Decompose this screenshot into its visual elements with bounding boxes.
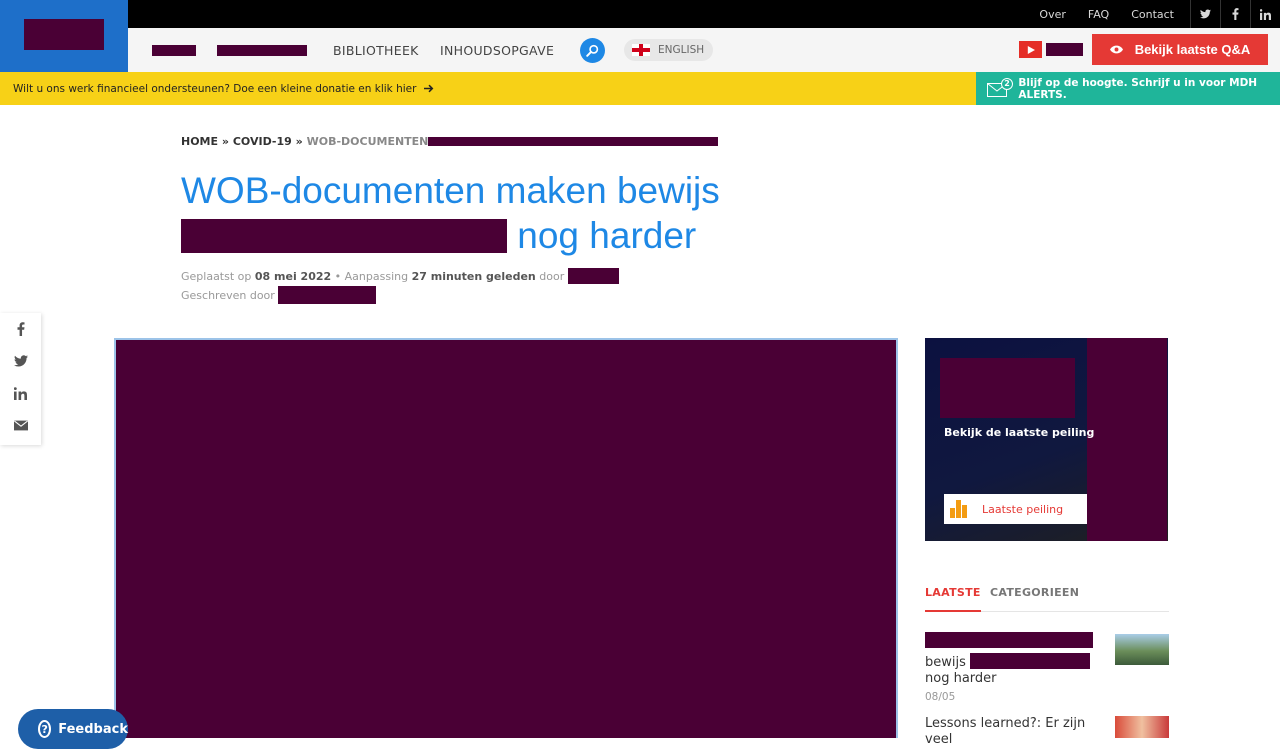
by-label: door — [539, 270, 565, 283]
title-redaction — [181, 219, 507, 253]
article-meta: Geplaatst op 08 mei 2022 • Aanpassing 27… — [181, 267, 619, 305]
title-line-2: nog harder — [181, 213, 781, 258]
twitter-icon[interactable] — [1190, 0, 1220, 28]
page-title: WOB-documenten maken bewijs nog harder — [181, 168, 781, 258]
ad-redaction — [1087, 338, 1167, 541]
updated-label: • Aanpassing — [334, 270, 409, 283]
youtube-icon[interactable] — [1019, 41, 1042, 58]
alerts-text: Blijf op de hoogte. Schrijf u in voor MD… — [1018, 76, 1258, 101]
title-line-2-suffix: nog harder — [517, 215, 697, 256]
news-title-part: bewijs — [925, 655, 966, 670]
news-title: Lessons learned?: Er zijn veel — [925, 716, 1086, 747]
search-icon — [586, 44, 599, 57]
editor-redaction — [567, 268, 619, 284]
search-button[interactable] — [580, 38, 605, 63]
written-label: Geschreven door — [181, 289, 275, 302]
share-twitter-icon[interactable] — [0, 345, 41, 377]
nav-item-redacted[interactable] — [217, 28, 307, 72]
hero-image — [114, 338, 898, 738]
ad-redaction — [940, 358, 1075, 418]
news-title-part: nog harder — [925, 671, 997, 686]
share-linkedin-icon[interactable] — [0, 377, 41, 409]
qa-button-label: Bekijk laatste Q&A — [1134, 42, 1251, 57]
breadcrumb-category[interactable]: COVID-19 — [233, 135, 292, 148]
facebook-icon[interactable] — [1220, 0, 1250, 28]
breadcrumb-redaction — [428, 137, 719, 146]
ad-peiling-label: Laatste peiling — [982, 502, 1064, 516]
list-item[interactable]: Lessons learned?: Er zijn veel — [925, 716, 1169, 748]
author-redaction — [278, 286, 377, 304]
nav-item-bibliotheek[interactable]: BIBLIOTHEEK — [333, 28, 419, 72]
bar-chart-icon — [950, 500, 972, 518]
news-date: 08/05 — [925, 691, 956, 703]
title-line-1: WOB-documenten maken bewijs — [181, 170, 720, 211]
news-title: bewijs nog harder — [925, 632, 1095, 687]
breadcrumb: HOME » COVID-19 » WOB-DOCUMENTEN — [181, 135, 719, 148]
news-thumbnail[interactable] — [1115, 634, 1169, 665]
linkedin-icon[interactable] — [1250, 0, 1280, 28]
top-links: Over FAQ Contact — [1017, 0, 1280, 28]
sidebar-ad[interactable]: Bekijk de laatste peiling Laatste peilin… — [925, 338, 1168, 541]
news-thumbnail[interactable] — [1115, 716, 1169, 738]
arrow-right-icon — [424, 84, 434, 93]
ad-text: Bekijk de laatste peiling — [944, 426, 1095, 439]
donate-text: Wilt u ons werk financieel ondersteunen?… — [13, 82, 417, 95]
news-redaction — [970, 653, 1091, 669]
site-logo[interactable] — [0, 0, 128, 72]
feedback-button[interactable]: ? Feedback — [18, 709, 128, 749]
share-facebook-icon[interactable] — [0, 313, 41, 345]
posted-label: Geplaatst op — [181, 270, 252, 283]
logo-redaction — [24, 19, 104, 50]
top-bar: Over FAQ Contact — [0, 0, 1280, 28]
list-item[interactable]: bewijs nog harder 08/05 — [925, 632, 1169, 703]
eye-icon — [1109, 43, 1123, 57]
uk-flag-icon — [632, 44, 650, 56]
nav-redaction — [152, 44, 196, 56]
alerts-banner[interactable]: 2 Blijf op de hoogte. Schrijf u in voor … — [976, 72, 1280, 105]
question-icon: ? — [38, 720, 52, 738]
posted-date: 08 mei 2022 — [254, 270, 332, 283]
link-over[interactable]: Over — [1039, 8, 1065, 21]
main-nav: BIBLIOTHEEK INHOUDSOPGAVE ENGLISH Bekijk… — [128, 28, 1280, 72]
news-redaction — [925, 632, 1093, 648]
channel-redaction — [1046, 43, 1083, 56]
tab-laatste[interactable]: LAATSTE — [925, 586, 981, 612]
qa-button[interactable]: Bekijk laatste Q&A — [1092, 34, 1268, 65]
tab-categorieen[interactable]: CATEGORIEEN — [990, 586, 1079, 612]
share-bar — [0, 313, 41, 445]
breadcrumb-current: WOB-DOCUMENTEN — [306, 135, 429, 148]
feedback-label: Feedback — [58, 721, 128, 737]
language-switch[interactable]: ENGLISH — [624, 39, 713, 61]
alerts-badge: 2 — [1001, 77, 1013, 90]
donate-banner[interactable]: Wilt u ons werk financieel ondersteunen?… — [0, 72, 976, 105]
nav-item-inhoudsopgave[interactable]: INHOUDSOPGAVE — [440, 28, 554, 72]
sidebar-tabs: LAATSTE CATEGORIEEN — [925, 586, 1169, 612]
ad-peiling-button[interactable]: Laatste peiling — [944, 494, 1087, 524]
link-contact[interactable]: Contact — [1131, 8, 1174, 21]
breadcrumb-separator: » — [295, 135, 303, 148]
nav-redaction — [217, 44, 307, 56]
share-email-icon[interactable] — [0, 409, 41, 441]
updated-value: 27 minuten geleden — [411, 270, 536, 283]
language-label: ENGLISH — [658, 44, 705, 56]
breadcrumb-home[interactable]: HOME — [181, 135, 218, 148]
link-faq[interactable]: FAQ — [1088, 8, 1109, 21]
mail-icon: 2 — [987, 77, 1013, 98]
breadcrumb-separator: » — [221, 135, 229, 148]
nav-item-home[interactable] — [152, 28, 196, 72]
